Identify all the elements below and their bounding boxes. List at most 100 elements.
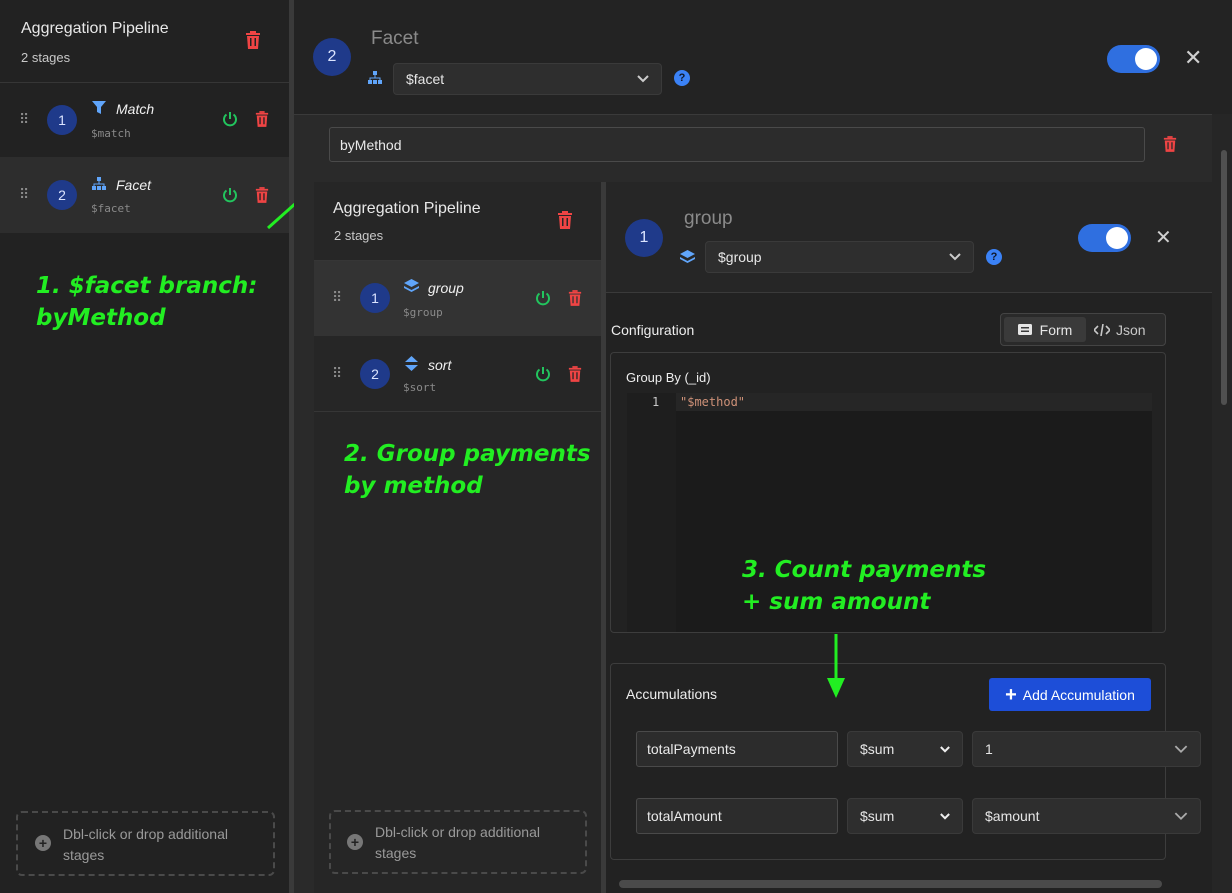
- annotation-line: 3. Count payments: [742, 557, 987, 583]
- delete-pipeline-button[interactable]: [245, 31, 261, 54]
- tab-label: Form: [1039, 321, 1073, 338]
- toggle-stage-button[interactable]: [222, 187, 238, 208]
- toggle-stage-button[interactable]: [222, 111, 238, 132]
- select-value: 1: [985, 741, 993, 757]
- select-value: $group: [718, 249, 762, 265]
- annotation-group-payments: 2. Group payments by method: [344, 438, 591, 502]
- stage-operator: $group: [403, 306, 443, 319]
- plus-circle-icon: +: [347, 834, 363, 850]
- stage-name: sort: [428, 357, 452, 373]
- tab-label: Json: [1116, 321, 1146, 338]
- line-number: 1: [652, 395, 660, 409]
- drag-handle-icon[interactable]: ⠿: [332, 289, 342, 306]
- delete-stage-button[interactable]: [568, 366, 582, 387]
- left-pipeline-panel: Aggregation Pipeline 2 stages ⠿ 1 Match …: [0, 0, 291, 893]
- delete-pipeline-button[interactable]: [557, 211, 573, 234]
- accumulation-value-select[interactable]: $amount: [972, 798, 1201, 834]
- drag-handle-icon[interactable]: ⠿: [332, 365, 342, 382]
- delete-branch-button[interactable]: [1163, 136, 1177, 157]
- pipeline-stage-count: 2 stages: [21, 50, 71, 65]
- chevron-down-icon: [940, 745, 950, 753]
- scrollbar-thumb[interactable]: [619, 880, 1162, 888]
- annotation-line: byMethod: [36, 305, 166, 331]
- chevron-down-icon: [949, 253, 961, 261]
- select-value: $amount: [985, 808, 1040, 824]
- stage-row-group[interactable]: ⠿ 1 group $group: [314, 261, 601, 336]
- tab-form[interactable]: Form: [1004, 317, 1086, 342]
- stage-title: Facet: [371, 28, 419, 49]
- stage-operator-select[interactable]: $group: [705, 241, 974, 273]
- stage-operator-select[interactable]: $facet: [393, 63, 662, 95]
- add-stage-dropzone[interactable]: + Dbl-click or drop additional stages: [16, 811, 275, 876]
- annotation-line: 1. $facet branch:: [36, 273, 258, 299]
- stage-number-badge: 1: [360, 283, 390, 313]
- stage-name: Match: [116, 101, 155, 117]
- plus-icon: +: [1005, 683, 1017, 706]
- drag-handle-icon[interactable]: ⠿: [19, 186, 29, 203]
- pipeline-stage-count: 2 stages: [334, 228, 384, 243]
- power-icon: [223, 188, 237, 203]
- help-icon[interactable]: ?: [986, 249, 1002, 265]
- stage-number-badge: 1: [47, 105, 77, 135]
- trash-icon: [255, 111, 269, 127]
- configuration-label: Configuration: [611, 322, 695, 338]
- tab-json[interactable]: Json: [1094, 317, 1160, 342]
- stage-name: Facet: [116, 177, 152, 193]
- stage-enabled-toggle[interactable]: [1107, 45, 1160, 73]
- code-text: "$method": [680, 395, 746, 409]
- group-stage-header: 1 group $group ? ✕: [606, 182, 1212, 293]
- plus-circle-icon: +: [35, 835, 51, 851]
- stage-number-badge: 2: [47, 180, 77, 210]
- annotation-line: by method: [344, 473, 483, 499]
- accumulations-label: Accumulations: [626, 686, 718, 702]
- delete-stage-button[interactable]: [255, 111, 269, 132]
- add-accumulation-button[interactable]: + Add Accumulation: [989, 678, 1151, 711]
- annotation-arrow-icon: [827, 634, 845, 698]
- chevron-down-icon: [1174, 811, 1188, 820]
- trash-icon: [568, 290, 582, 306]
- layers-icon: [404, 279, 419, 299]
- group-by-label: Group By (_id): [626, 370, 711, 385]
- accumulation-value-select[interactable]: 1: [972, 731, 1201, 767]
- power-icon: [223, 112, 237, 127]
- select-value: $facet: [406, 71, 445, 87]
- scrollbar-thumb[interactable]: [1221, 150, 1227, 405]
- inner-pipeline-panel: Aggregation Pipeline 2 stages ⠿ 1 group …: [314, 182, 601, 893]
- stage-operator: $match: [91, 127, 131, 140]
- dropzone-label: Dbl-click or drop additional stages: [375, 824, 540, 861]
- stage-row-match[interactable]: ⠿ 1 Match $match: [0, 83, 289, 157]
- stage-enabled-toggle[interactable]: [1078, 224, 1131, 252]
- chevron-down-icon: [637, 75, 649, 83]
- toggle-stage-button[interactable]: [535, 366, 551, 387]
- form-json-tabs: Form Json: [1000, 313, 1166, 346]
- horizontal-scrollbar[interactable]: [606, 877, 1212, 893]
- code-icon: [1094, 323, 1110, 336]
- delete-stage-button[interactable]: [568, 290, 582, 311]
- pipeline-title: Aggregation Pipeline: [333, 200, 481, 217]
- help-icon[interactable]: ?: [674, 70, 690, 86]
- accumulation-operator-select[interactable]: $sum: [847, 731, 963, 767]
- form-icon: [1017, 324, 1032, 335]
- stage-operator: $facet: [91, 202, 131, 215]
- power-icon: [536, 367, 550, 382]
- stage-row-sort[interactable]: ⠿ 2 sort $sort: [314, 336, 601, 412]
- drag-handle-icon[interactable]: ⠿: [19, 111, 29, 128]
- facet-branch-name-input[interactable]: byMethod: [329, 127, 1145, 162]
- select-value: $sum: [860, 741, 895, 757]
- vertical-scrollbar[interactable]: [1212, 114, 1232, 893]
- filter-icon: [92, 101, 106, 119]
- close-icon[interactable]: ✕: [1184, 45, 1202, 71]
- accumulation-field-input[interactable]: totalPayments: [636, 731, 838, 767]
- trash-icon: [246, 31, 260, 49]
- annotation-count-sum: 3. Count payments + sum amount: [742, 554, 986, 618]
- annotation-line: + sum amount: [742, 589, 931, 615]
- sort-icon: [405, 356, 418, 376]
- add-stage-dropzone[interactable]: + Dbl-click or drop additional stages: [329, 810, 587, 874]
- toggle-stage-button[interactable]: [535, 290, 551, 311]
- stage-row-facet[interactable]: ⠿ 2 Facet $facet: [0, 157, 289, 233]
- close-icon[interactable]: ✕: [1155, 225, 1172, 250]
- accumulation-operator-select[interactable]: $sum: [847, 798, 963, 834]
- hierarchy-icon: [92, 177, 106, 195]
- trash-icon: [558, 211, 572, 229]
- accumulation-field-input[interactable]: totalAmount: [636, 798, 838, 834]
